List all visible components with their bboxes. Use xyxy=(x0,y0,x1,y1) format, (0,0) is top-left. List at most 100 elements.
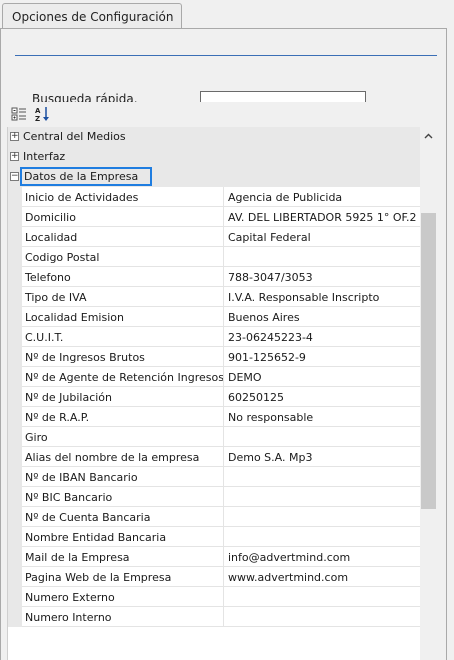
property-row[interactable]: Domicilio AV. DEL LIBERTADOR 5925 1° OF.2 xyxy=(8,207,420,227)
property-value[interactable]: No responsable xyxy=(224,407,420,427)
row-gutter xyxy=(8,547,22,567)
property-value[interactable]: AV. DEL LIBERTADOR 5925 1° OF.2 xyxy=(224,207,420,227)
property-row[interactable]: Pagina Web de la Empresa www.advertmind.c… xyxy=(8,567,420,587)
row-gutter xyxy=(8,427,22,447)
expand-plus-icon[interactable]: + xyxy=(10,152,19,161)
property-value[interactable] xyxy=(224,527,420,547)
vertical-scrollbar[interactable] xyxy=(420,127,437,660)
property-name[interactable]: Nº de Agente de Retención Ingresos Bru xyxy=(22,367,224,387)
row-gutter xyxy=(8,307,22,327)
property-value[interactable]: info@advertmind.com xyxy=(224,547,420,567)
property-name[interactable]: C.U.I.T. xyxy=(22,327,224,347)
property-value[interactable] xyxy=(224,487,420,507)
svg-text:A: A xyxy=(35,107,41,115)
category-interfaz[interactable]: + Interfaz xyxy=(8,147,420,167)
row-gutter xyxy=(8,367,22,387)
property-name[interactable]: Telefono xyxy=(22,267,224,287)
property-row[interactable]: Nº de IBAN Bancario xyxy=(8,467,420,487)
row-gutter xyxy=(8,447,22,467)
property-row[interactable]: Nº de Agente de Retención Ingresos BruDE… xyxy=(8,367,420,387)
category-label: Central del Medios xyxy=(23,130,126,143)
row-gutter xyxy=(8,407,22,427)
property-value[interactable]: Agencia de Publicida xyxy=(224,187,420,207)
property-name[interactable]: Nº de Ingresos Brutos xyxy=(22,347,224,367)
property-name[interactable]: Localidad Emision xyxy=(22,307,224,327)
row-gutter xyxy=(8,227,22,247)
property-value[interactable]: 60250125 xyxy=(224,387,420,407)
property-value[interactable] xyxy=(224,607,420,627)
property-value[interactable] xyxy=(224,247,420,267)
sort-alphabetical-icon[interactable]: A Z xyxy=(33,105,51,123)
property-row[interactable]: Codigo Postal xyxy=(8,247,420,267)
row-gutter xyxy=(8,267,22,287)
property-value[interactable] xyxy=(224,587,420,607)
property-name[interactable]: Giro xyxy=(22,427,224,447)
property-row[interactable]: Giro xyxy=(8,427,420,447)
property-row[interactable]: Nº de Ingresos Brutos 901-125652-9 xyxy=(8,347,420,367)
row-gutter xyxy=(8,527,22,547)
property-name[interactable]: Nº de R.A.P. xyxy=(22,407,224,427)
property-name[interactable]: Numero Interno xyxy=(22,607,224,627)
property-row[interactable]: Nº de Jubilación 60250125 xyxy=(8,387,420,407)
property-value[interactable] xyxy=(224,507,420,527)
property-value[interactable]: DEMO xyxy=(224,367,420,387)
property-row[interactable]: Nombre Entidad Bancaria xyxy=(8,527,420,547)
property-row[interactable]: Nº de Cuenta Bancaria xyxy=(8,507,420,527)
property-row[interactable]: Inicio de Actividades Agencia de Publicid… xyxy=(8,187,420,207)
property-value[interactable]: 901-125652-9 xyxy=(224,347,420,367)
row-gutter xyxy=(8,327,22,347)
scrollbar-thumb[interactable] xyxy=(421,213,436,509)
property-name[interactable]: Inicio de Actividades xyxy=(22,187,224,207)
property-value[interactable]: www.advertmind.com xyxy=(224,567,420,587)
scroll-up-chevron-icon[interactable] xyxy=(420,129,437,143)
row-gutter xyxy=(8,347,22,367)
property-row[interactable]: Nº de R.A.P. No responsable xyxy=(8,407,420,427)
row-gutter xyxy=(8,607,22,627)
row-gutter xyxy=(8,287,22,307)
row-gutter xyxy=(8,487,22,507)
property-name[interactable]: Tipo de IVA xyxy=(22,287,224,307)
property-row[interactable]: Localidad Capital Federal xyxy=(8,227,420,247)
property-value[interactable]: Demo S.A. Mp3 xyxy=(224,447,420,467)
property-value[interactable]: I.V.A. Responsable Inscripto xyxy=(224,287,420,307)
property-name[interactable]: Numero Externo xyxy=(22,587,224,607)
property-name[interactable]: Nº de IBAN Bancario xyxy=(22,467,224,487)
property-value[interactable]: Capital Federal xyxy=(224,227,420,247)
collapse-minus-icon[interactable]: − xyxy=(10,172,19,181)
property-row[interactable]: Tipo de IVA I.V.A. Responsable Inscripto xyxy=(8,287,420,307)
property-value[interactable] xyxy=(224,427,420,447)
header-divider xyxy=(15,55,437,56)
property-value[interactable]: Buenos Aires xyxy=(224,307,420,327)
property-row[interactable]: Localidad Emision Buenos Aires xyxy=(8,307,420,327)
property-value[interactable] xyxy=(224,467,420,487)
property-name[interactable]: Nº BIC Bancario xyxy=(22,487,224,507)
property-name[interactable]: Alias del nombre de la empresa xyxy=(22,447,224,467)
property-name[interactable]: Pagina Web de la Empresa xyxy=(22,567,224,587)
row-gutter xyxy=(8,567,22,587)
property-name[interactable]: Domicilio xyxy=(22,207,224,227)
property-row[interactable]: Numero Externo xyxy=(8,587,420,607)
expand-plus-icon[interactable]: + xyxy=(10,132,19,141)
row-gutter xyxy=(8,587,22,607)
property-name[interactable]: Localidad xyxy=(22,227,224,247)
tab-label: Opciones de Configuración xyxy=(12,10,174,24)
row-gutter xyxy=(8,187,22,207)
category-datos-de-la-empresa[interactable]: − Datos de la Empresa xyxy=(8,167,420,187)
property-name[interactable]: Nº de Cuenta Bancaria xyxy=(22,507,224,527)
property-value[interactable]: 788-3047/3053 xyxy=(224,267,420,287)
property-name[interactable]: Nombre Entidad Bancaria xyxy=(22,527,224,547)
categorized-icon[interactable] xyxy=(10,105,28,123)
property-row[interactable]: C.U.I.T. 23-06245223-4 xyxy=(8,327,420,347)
property-row[interactable]: Telefono 788-3047/3053 xyxy=(8,267,420,287)
property-value[interactable]: 23-06245223-4 xyxy=(224,327,420,347)
tab-opciones-configuracion[interactable]: Opciones de Configuración xyxy=(2,3,182,29)
category-central-del-medios[interactable]: + Central del Medios xyxy=(8,127,420,147)
property-row[interactable]: Alias del nombre de la empresa Demo S.A. … xyxy=(8,447,420,467)
property-row[interactable]: Mail de la Empresa info@advertmind.com xyxy=(8,547,420,567)
property-row[interactable]: Nº BIC Bancario xyxy=(8,487,420,507)
property-grid-toolbar: A Z xyxy=(7,102,437,126)
property-row[interactable]: Numero Interno xyxy=(8,607,420,627)
property-name[interactable]: Nº de Jubilación xyxy=(22,387,224,407)
property-name[interactable]: Mail de la Empresa xyxy=(22,547,224,567)
property-name[interactable]: Codigo Postal xyxy=(22,247,224,267)
